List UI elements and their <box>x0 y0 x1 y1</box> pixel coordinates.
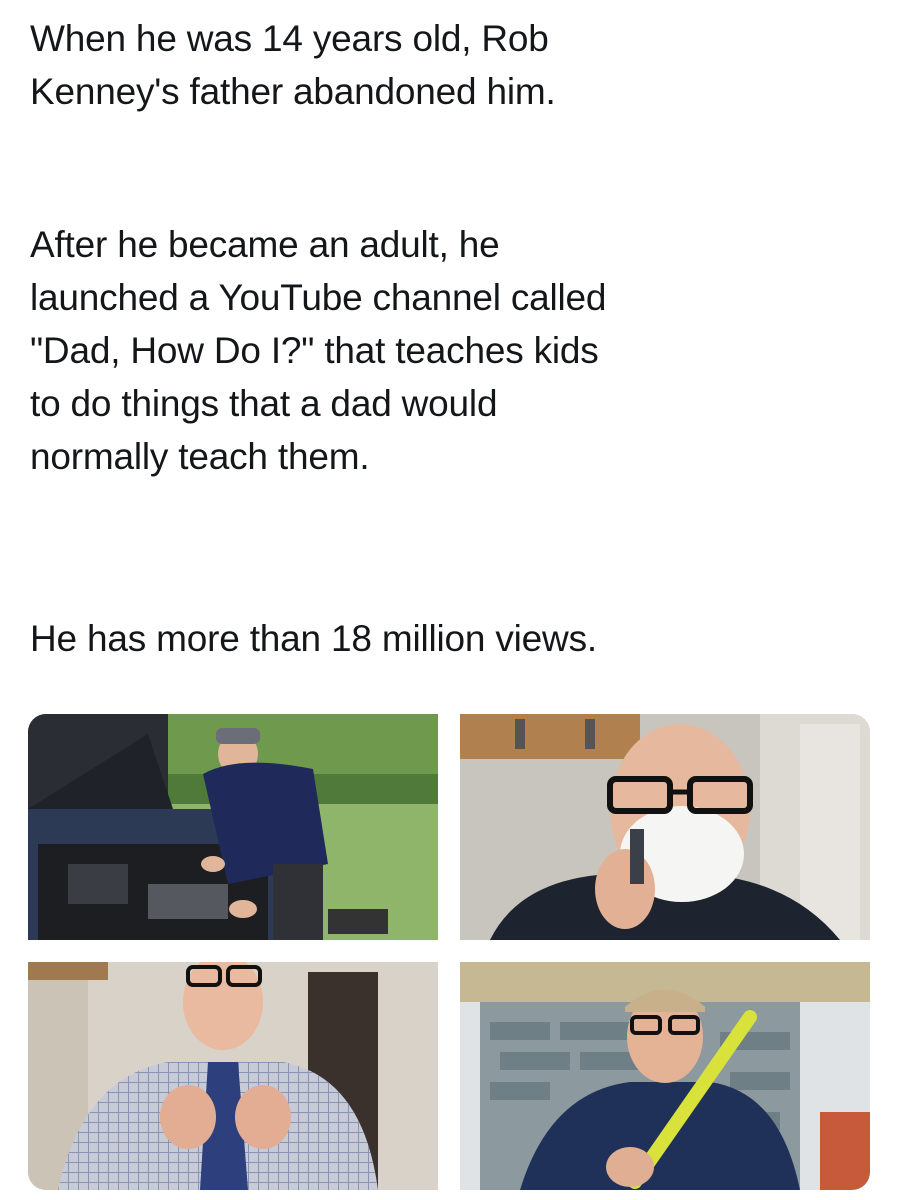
shaving-photo <box>460 714 870 940</box>
channel-paragraph: After he became an adult, he launched a … <box>30 224 607 477</box>
tie-photo <box>28 962 438 1190</box>
car-engine-photo <box>28 714 438 940</box>
meme-post: When he was 14 years old, Rob Kenney's f… <box>0 0 897 1200</box>
tape-measure-photo <box>460 962 870 1190</box>
intro-paragraph: When he was 14 years old, Rob Kenney's f… <box>30 18 556 112</box>
photo-grid <box>28 714 870 1190</box>
views-paragraph: He has more than 18 million views. <box>30 618 597 659</box>
